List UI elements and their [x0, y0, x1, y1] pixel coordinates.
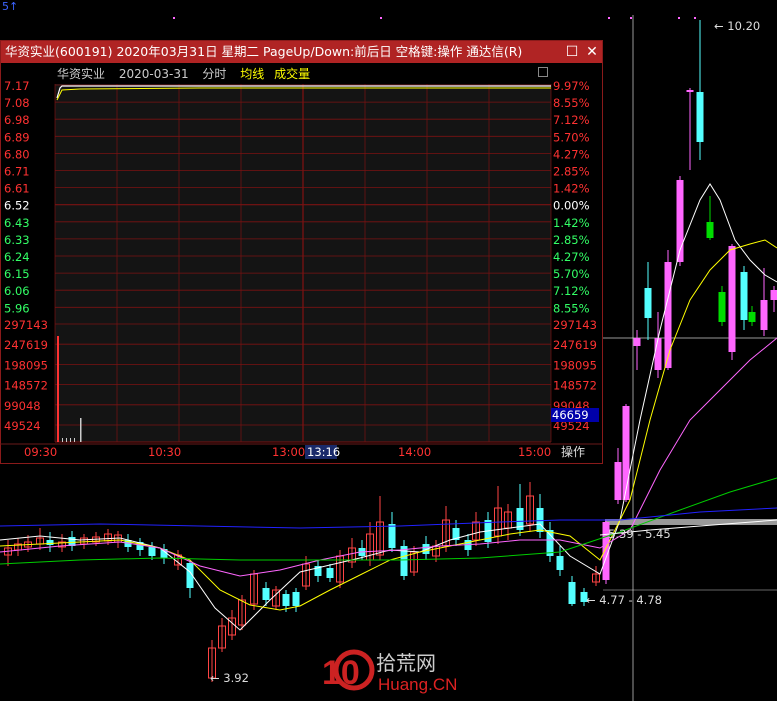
candle-body [326, 568, 334, 578]
volume-tick-right: 247619 [553, 338, 597, 352]
pct-tick: 8.55% [553, 301, 590, 315]
price-tick: 6.52 [4, 199, 30, 213]
candle-body [262, 588, 270, 600]
low-annotation: ← 3.92 [210, 671, 249, 685]
pct-tick: 2.85% [553, 233, 590, 247]
price-tick: 6.43 [4, 216, 30, 230]
high-annotation: ← 10.20 [714, 19, 760, 33]
candle-body [568, 582, 576, 604]
cursor-time-value: 13:16 [307, 445, 340, 459]
candle-body [686, 90, 694, 92]
time-tick: 14:00 [398, 445, 431, 459]
top-dot [380, 17, 382, 19]
volume-tick-right: 297143 [553, 318, 597, 332]
price-tick: 6.06 [4, 284, 30, 298]
price-tick: 6.33 [4, 233, 30, 247]
pct-tick: 7.12% [553, 284, 590, 298]
candle-body [740, 272, 748, 320]
time-tick: 15:00 [518, 445, 551, 459]
volume-bar [74, 438, 75, 442]
pct-tick: 1.42% [553, 216, 590, 230]
watermark: 10 拾荒网 Huang.CN [318, 648, 458, 700]
candle-body [282, 594, 290, 606]
top-dot [678, 17, 680, 19]
price-tick: 6.24 [4, 250, 30, 264]
volume-tick-right: 198095 [553, 358, 597, 372]
pct-tick: 5.70% [553, 267, 590, 281]
price-tick: 5.96 [4, 301, 30, 315]
candle-body [654, 338, 662, 370]
pct-tick: 7.12% [553, 113, 590, 127]
candle-body [760, 300, 768, 330]
operate-label: 操作 [561, 444, 585, 459]
candle-body [718, 292, 726, 322]
price-tick: 6.61 [4, 182, 30, 196]
candle-body [148, 547, 156, 556]
candle-body [644, 288, 652, 318]
candle-body [748, 312, 756, 322]
price-tick: 6.71 [4, 165, 30, 179]
pct-tick: 4.27% [553, 147, 590, 161]
time-tick: 10:30 [148, 445, 181, 459]
candle-body [536, 508, 544, 532]
candle-body [770, 290, 777, 300]
watermark-num: 10 [322, 654, 360, 692]
volume-tick: 49524 [4, 419, 41, 433]
candle-body [556, 556, 564, 570]
pct-tick: 5.70% [553, 130, 590, 144]
volume-tick: 99048 [4, 399, 41, 413]
volume-tick: 148572 [4, 379, 48, 393]
pct-tick: 1.42% [553, 182, 590, 196]
candle-body [292, 592, 300, 606]
top-dot [694, 17, 696, 19]
candle-body [664, 262, 672, 368]
range-annotation-1: 5.39 - 5.45 [608, 527, 671, 541]
range-annotation-2: ← 4.77 - 4.78 [586, 593, 662, 607]
candle-body [622, 406, 630, 500]
candle-body [614, 462, 622, 500]
price-tick: 6.15 [4, 267, 30, 281]
candle-body [46, 540, 54, 545]
price-tick: 7.17 [4, 79, 30, 93]
price-tick: 6.80 [4, 147, 30, 161]
volume-tick: 198095 [4, 358, 48, 372]
top-dot [630, 17, 632, 19]
volume-bar [57, 336, 59, 442]
cursor-volume-value: 46659 [552, 408, 589, 422]
pct-tick: 8.55% [553, 96, 590, 110]
price-tick: 6.98 [4, 113, 30, 127]
volume-bar [80, 418, 82, 442]
pct-tick: 2.85% [553, 165, 590, 179]
candle-body [633, 338, 641, 346]
pct-tick: 9.97% [553, 79, 590, 93]
price-tick: 6.89 [4, 130, 30, 144]
volume-bar [62, 438, 63, 442]
volume-tick: 297143 [4, 318, 48, 332]
top-marker: 5↑ [2, 0, 19, 13]
top-dot [608, 17, 610, 19]
pct-tick: 4.27% [553, 250, 590, 264]
candle-body [388, 524, 396, 548]
top-dot [173, 17, 175, 19]
price-tick: 7.08 [4, 96, 30, 110]
time-tick: 09:30 [24, 445, 57, 459]
candle-body [696, 92, 704, 142]
watermark-main: 拾荒网 [376, 651, 436, 675]
volume-bar [70, 438, 71, 442]
time-tick: 13:00 [272, 445, 305, 459]
candle-body [728, 246, 736, 352]
watermark-sub: Huang.CN [378, 675, 457, 694]
volume-tick-right: 148572 [553, 379, 597, 393]
intraday-chart[interactable]: 7.17 9.97% 7.08 8.55% 6.98 7.12% 6.89 5.70% 6.80… [0, 40, 603, 464]
volume-tick: 247619 [4, 338, 48, 352]
candle-body [706, 222, 714, 238]
volume-bar [66, 438, 67, 442]
pct-tick: 0.00% [553, 199, 590, 213]
